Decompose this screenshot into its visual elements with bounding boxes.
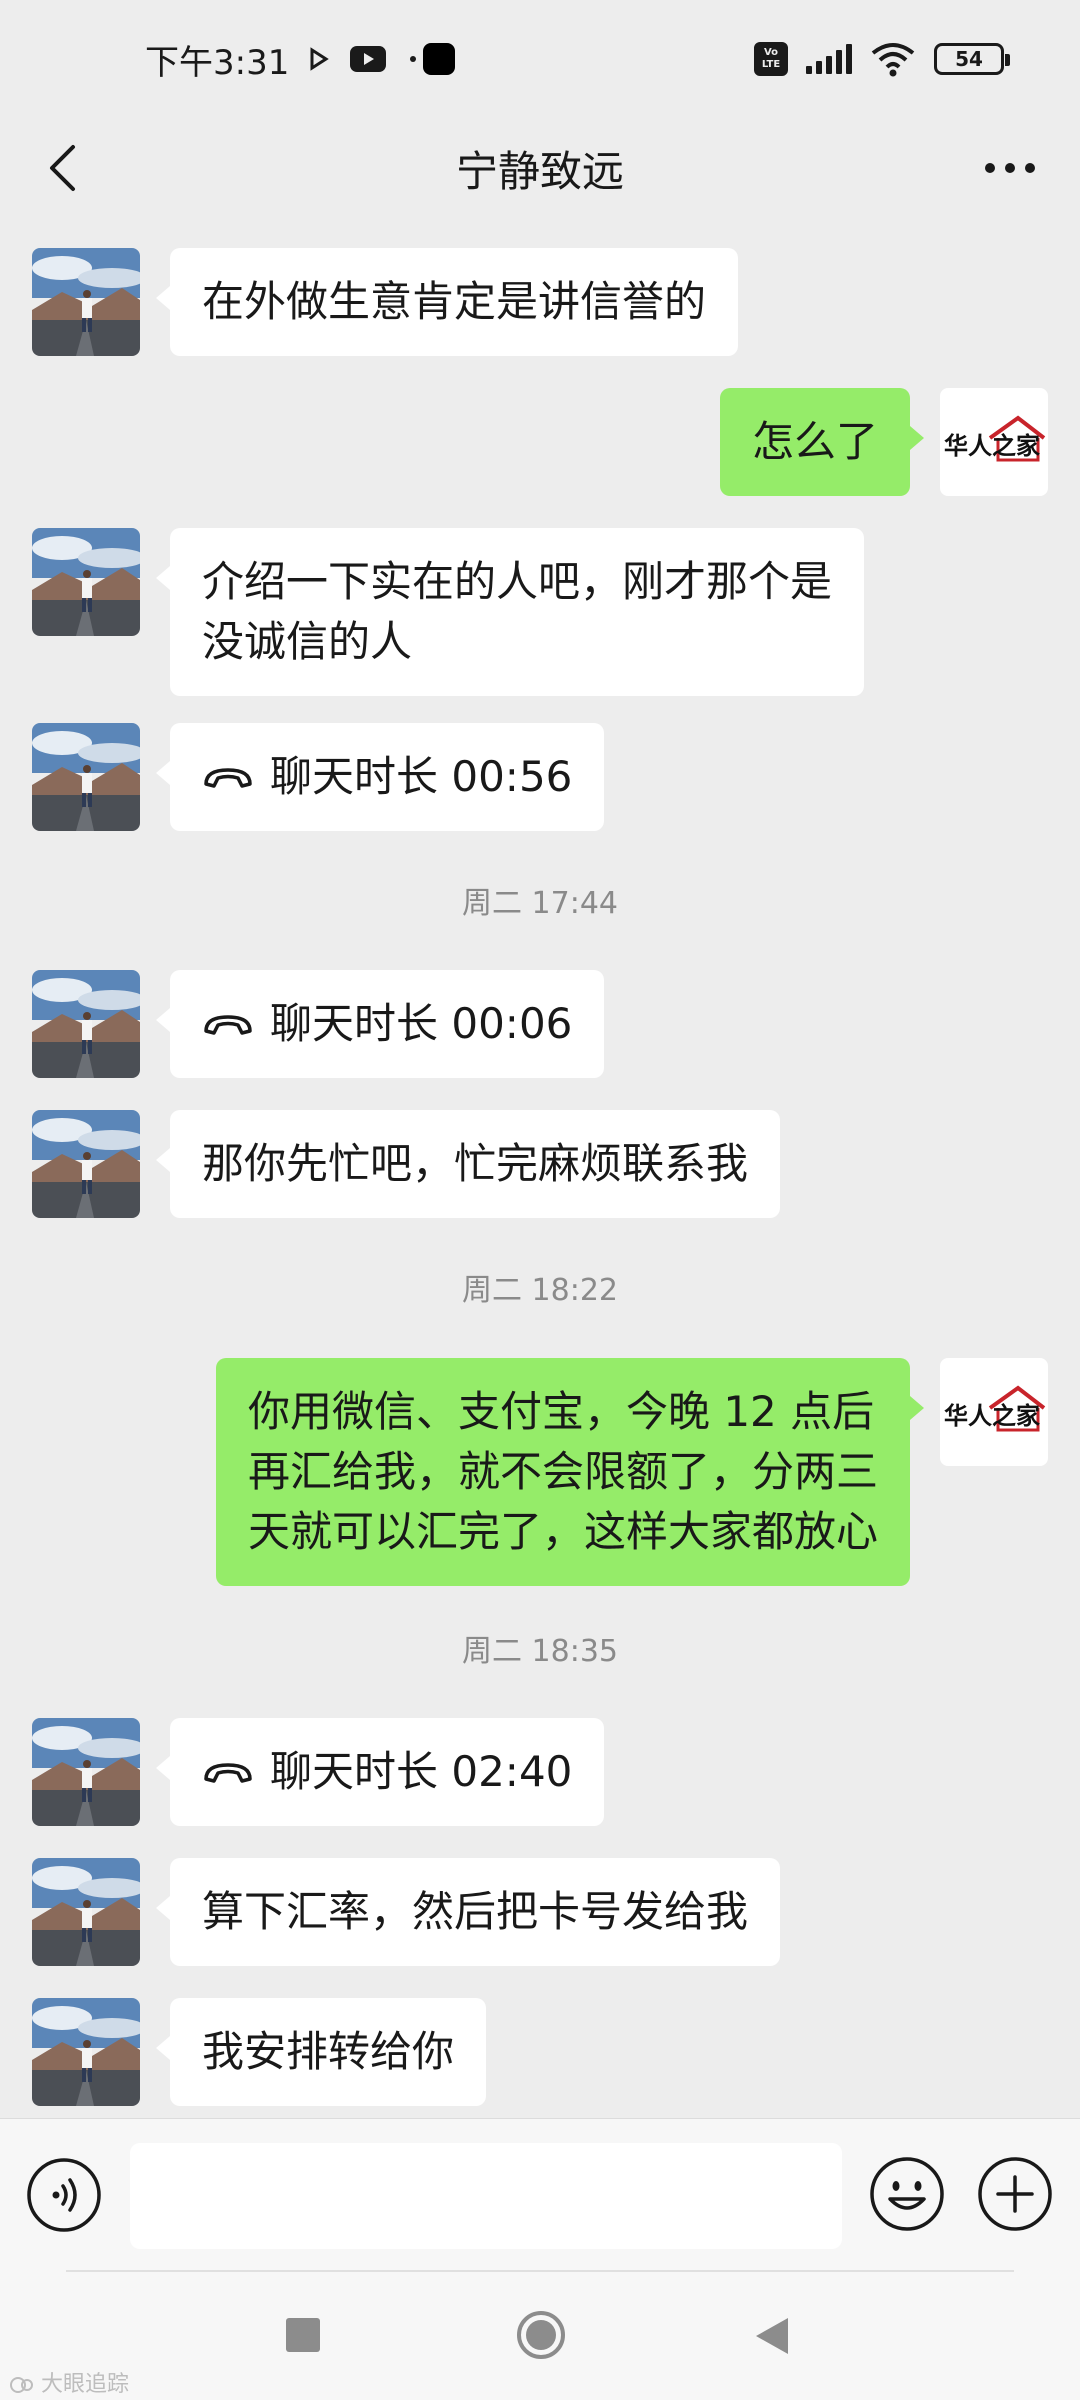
contact-avatar-image: [32, 1858, 140, 1966]
avatar[interactable]: 华人之家: [940, 388, 1048, 496]
emoji-icon: [870, 2157, 944, 2231]
phone-icon: [204, 1015, 252, 1035]
contact-avatar-image: [32, 723, 140, 831]
call-duration: 聊天时长 00:56: [270, 752, 573, 801]
call-duration: 聊天时长 02:40: [270, 1747, 573, 1796]
battery-indicator: 54: [934, 43, 1010, 75]
message-bubble-outgoing[interactable]: 你用微信、支付宝，今晚 12 点后 再汇给我，就不会限额了，分两三 天就可以汇完…: [215, 1358, 925, 1586]
divider: [66, 2270, 1014, 2272]
recents-button[interactable]: [286, 2318, 320, 2352]
avatar[interactable]: [32, 528, 140, 636]
signal-icon: [806, 44, 852, 74]
system-back-button[interactable]: [752, 2314, 792, 2358]
status-time: 下午3:31: [145, 42, 290, 83]
page-title: 宁静致远: [455, 146, 624, 196]
call-record-bubble[interactable]: 聊天时长 00:06: [155, 970, 605, 1078]
message-bubble-incoming[interactable]: 在外做生意肯定是讲信誉的: [155, 248, 739, 356]
watermark-logo-icon: [10, 2377, 33, 2393]
message-list[interactable]: 在外做生意肯定是讲信誉的 怎么了 华人之家 介绍一下实在的人吧，刚才那个是 没诚…: [0, 218, 1080, 2118]
contact-avatar-image: [32, 1110, 140, 1218]
system-nav-bar: [0, 2270, 1080, 2400]
more-dots-icon: [985, 163, 1035, 173]
avatar[interactable]: [32, 723, 140, 831]
timestamp: 周二 18:22: [462, 1273, 618, 1308]
phone-icon: [204, 768, 252, 788]
wifi-icon: [871, 43, 915, 77]
emoji-button[interactable]: [868, 2155, 946, 2233]
message-bubble-incoming[interactable]: 那你先忙吧，忙完麻烦联系我: [155, 1110, 781, 1218]
svg-text:华人之家: 华人之家: [944, 1402, 1040, 1430]
chevron-left-icon: [50, 145, 75, 191]
play-arrow-icon: [310, 47, 330, 71]
message-input[interactable]: [130, 2143, 842, 2249]
voice-button[interactable]: [26, 2157, 102, 2233]
avatar[interactable]: [32, 248, 140, 356]
plus-icon: [978, 2157, 1052, 2231]
status-right: Vo LTE 54: [754, 41, 1010, 77]
message-bubble-incoming[interactable]: 介绍一下实在的人吧，刚才那个是 没诚信的人: [155, 528, 865, 696]
more-functions-button[interactable]: [976, 2155, 1054, 2233]
more-button[interactable]: [970, 136, 1050, 200]
triangle-back-icon: [756, 2318, 788, 2354]
contact-avatar-image: [32, 1718, 140, 1826]
call-duration: 聊天时长 00:06: [270, 999, 573, 1048]
avatar[interactable]: [32, 970, 140, 1078]
watermark-text: 大眼追踪: [41, 2372, 130, 2397]
avatar[interactable]: [32, 1858, 140, 1966]
avatar[interactable]: 华人之家: [940, 1358, 1048, 1466]
timestamp: 周二 18:35: [462, 1634, 618, 1669]
status-left: 下午3:31: [145, 35, 456, 84]
avatar[interactable]: [32, 1718, 140, 1826]
logo-avatar-image: 华人之家: [944, 415, 1046, 462]
home-button[interactable]: [516, 2310, 566, 2360]
phone-icon: [204, 1763, 252, 1783]
home-circle-icon: [517, 2311, 565, 2359]
contact-avatar-image: [32, 970, 140, 1078]
status-bar: 下午3:31 Vo LTE 54: [0, 0, 1080, 118]
chat-header: 宁静致远: [0, 118, 1080, 218]
watermark: 大眼追踪: [10, 2366, 129, 2398]
logo-avatar-image: 华人之家: [944, 1385, 1046, 1432]
youtube-icon: [350, 46, 387, 72]
call-record-bubble[interactable]: 聊天时长 02:40: [155, 1718, 605, 1826]
contact-avatar-image: [32, 1998, 140, 2106]
message-bubble-incoming[interactable]: 我安排转给你: [155, 1998, 487, 2106]
avatar[interactable]: [32, 1110, 140, 1218]
voice-icon: [27, 2158, 101, 2232]
message-bubble-incoming[interactable]: 算下汇率，然后把卡号发给我: [155, 1858, 781, 1966]
tiktok-icon: [410, 43, 456, 75]
message-bubble-outgoing[interactable]: 怎么了: [719, 388, 925, 496]
back-button[interactable]: [30, 136, 94, 200]
avatar[interactable]: [32, 1998, 140, 2106]
contact-avatar-image: [32, 528, 140, 636]
svg-text:华人之家: 华人之家: [944, 432, 1040, 460]
contact-avatar-image: [32, 248, 140, 356]
call-record-bubble[interactable]: 聊天时长 00:56: [155, 723, 605, 831]
timestamp: 周二 17:44: [462, 886, 618, 921]
volte-icon: Vo LTE: [754, 42, 788, 76]
chat-input-bar: [0, 2118, 1080, 2270]
